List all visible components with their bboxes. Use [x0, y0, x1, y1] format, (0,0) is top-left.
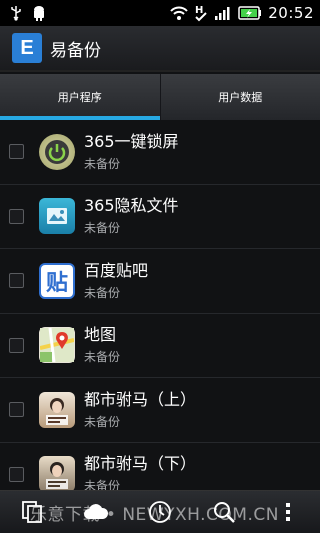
select-checkbox[interactable]	[9, 402, 24, 418]
select-checkbox[interactable]	[9, 466, 24, 482]
list-item[interactable]: 都市驸马（上） 未备份	[0, 378, 320, 443]
app-name: 百度贴吧	[84, 260, 149, 280]
tab-user-data[interactable]: 用户数据	[159, 74, 320, 120]
list-item[interactable]: 365一键锁屏 未备份	[0, 120, 320, 185]
clock-icon	[149, 501, 171, 523]
app-name: 365一键锁屏	[84, 131, 179, 151]
cloud-button[interactable]	[76, 492, 116, 532]
tab-user-apps[interactable]: 用户程序	[0, 74, 160, 120]
app-title: 易备份	[50, 40, 101, 61]
book-cover-icon	[39, 391, 75, 428]
list-item[interactable]: 地图 未备份	[0, 314, 320, 378]
copy-icon	[22, 501, 42, 523]
list-item[interactable]: 都市驸马（下） 未备份	[0, 443, 320, 490]
tieba-icon-text: 贴	[45, 270, 68, 296]
app-bar: E 易备份	[0, 26, 320, 72]
private-files-icon	[39, 198, 75, 235]
schedule-button[interactable]	[140, 492, 180, 532]
android-debug-icon	[34, 6, 44, 21]
app-list: 365一键锁屏 未备份 365隐私文件 未备份 贴 百度贴吧 未备份 地图 未备…	[0, 120, 320, 490]
app-logo[interactable]: E	[12, 33, 42, 63]
more-button[interactable]	[268, 492, 308, 532]
svg-text:H: H	[195, 5, 203, 16]
select-checkbox[interactable]	[9, 273, 24, 289]
tieba-icon: 贴	[39, 262, 75, 299]
status-bar: H 20:52	[0, 0, 320, 26]
backup-status: 未备份	[84, 414, 121, 429]
select-checkbox[interactable]	[9, 208, 24, 224]
more-icon	[286, 503, 290, 521]
signal-icon	[215, 7, 230, 20]
backup-status: 未备份	[84, 285, 121, 300]
maps-icon	[39, 327, 75, 364]
backup-status: 未备份	[84, 350, 121, 365]
bottom-toolbar	[0, 490, 320, 533]
app-name: 都市驸马（下）	[84, 454, 197, 474]
backup-status: 未备份	[84, 156, 121, 171]
app-name: 365隐私文件	[84, 196, 179, 216]
copy-button[interactable]	[12, 492, 52, 532]
wifi-icon	[170, 6, 188, 20]
h-network-icon: H	[195, 5, 207, 22]
tab-bar: 用户程序 用户数据	[0, 74, 320, 120]
search-button[interactable]	[204, 492, 244, 532]
clock-time: 20:52	[268, 4, 314, 22]
backup-status: 未备份	[84, 221, 121, 236]
list-item[interactable]: 365隐私文件 未备份	[0, 185, 320, 249]
book-cover-icon	[39, 456, 75, 490]
backup-status: 未备份	[84, 479, 121, 490]
battery-charging-icon	[238, 6, 262, 20]
cloud-icon	[84, 504, 109, 519]
usb-icon	[11, 6, 21, 21]
power-lock-icon	[39, 133, 75, 170]
app-name: 地图	[84, 325, 117, 345]
select-checkbox[interactable]	[9, 144, 24, 160]
app-name: 都市驸马（上）	[84, 389, 197, 409]
list-item[interactable]: 贴 百度贴吧 未备份	[0, 249, 320, 314]
select-checkbox[interactable]	[9, 337, 24, 353]
search-icon	[214, 502, 235, 523]
